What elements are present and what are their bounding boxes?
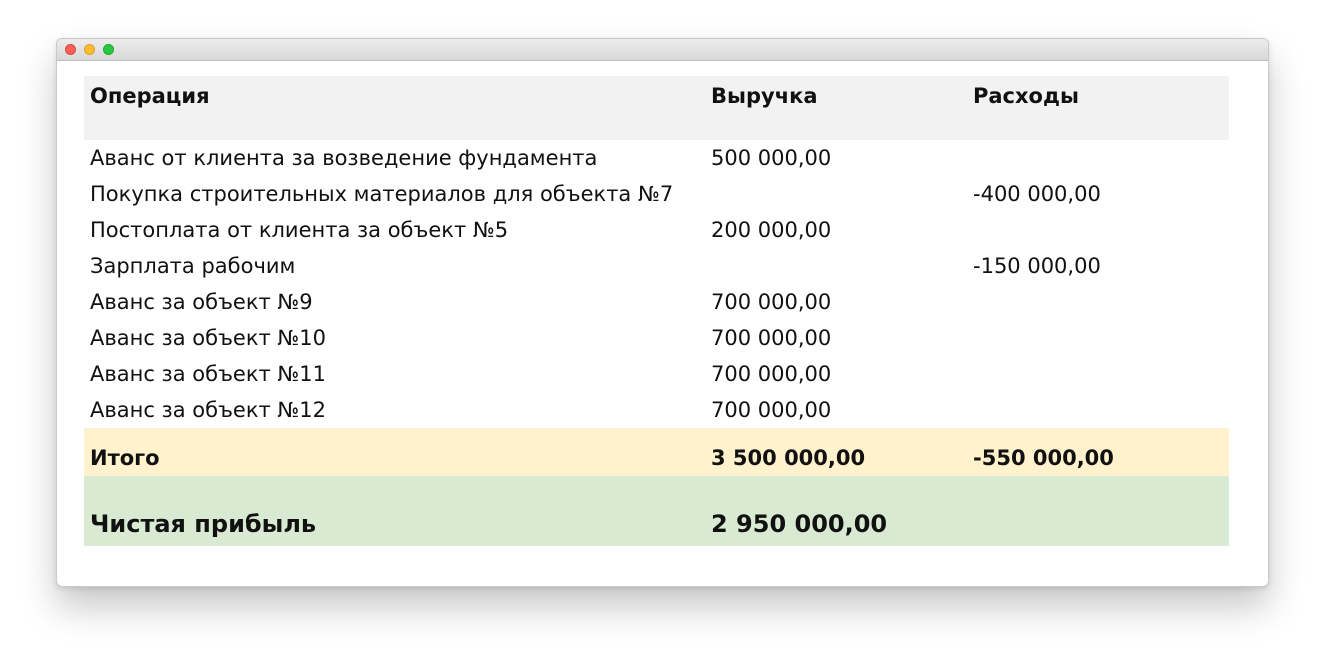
operation-cell: Зарплата рабочим [90,254,296,278]
table-row: Покупка строительных материалов для объе… [84,176,1229,212]
table-row: Постоплата от клиента за объект №5 200 0… [84,212,1229,248]
revenue-cell: 700 000,00 [711,326,832,350]
revenue-cell: 700 000,00 [711,398,832,422]
operation-cell: Аванс за объект №10 [90,326,326,350]
operation-cell: Аванс за объект №11 [90,362,326,386]
net-profit-value: 2 950 000,00 [711,510,888,538]
table-row: Аванс за объект №9 700 000,00 [84,284,1229,320]
title-bar [57,39,1268,61]
table-header: Операция Выручка Расходы [84,76,1229,140]
total-label: Итого [90,446,160,470]
operation-cell: Аванс за объект №9 [90,290,313,314]
table-row: Аванс от клиента за возведение фундамент… [84,140,1229,176]
header-revenue: Выручка [711,84,818,108]
close-button[interactable] [65,44,76,55]
total-row: Итого 3 500 000,00 -550 000,00 [84,428,1229,476]
operation-cell: Аванс за объект №12 [90,398,326,422]
expense-cell: -150 000,00 [973,254,1101,278]
header-operation: Операция [90,84,210,108]
table-row: Аванс за объект №10 700 000,00 [84,320,1229,356]
operation-cell: Постоплата от клиента за объект №5 [90,218,509,242]
revenue-cell: 200 000,00 [711,218,832,242]
table-row: Аванс за объект №11 700 000,00 [84,356,1229,392]
operation-cell: Аванс от клиента за возведение фундамент… [90,146,598,170]
total-expense: -550 000,00 [973,446,1114,470]
minimize-button[interactable] [84,44,95,55]
finance-table: Операция Выручка Расходы Аванс от клиент… [84,76,1229,546]
zoom-button[interactable] [103,44,114,55]
total-revenue: 3 500 000,00 [711,446,866,470]
app-window: Операция Выручка Расходы Аванс от клиент… [56,38,1269,587]
revenue-cell: 500 000,00 [711,146,832,170]
table-row: Аванс за объект №12 700 000,00 [84,392,1229,428]
net-profit-row: Чистая прибыль 2 950 000,00 [84,476,1229,546]
revenue-cell: 700 000,00 [711,362,832,386]
header-expense: Расходы [973,84,1079,108]
net-profit-label: Чистая прибыль [90,510,317,538]
operation-cell: Покупка строительных материалов для объе… [90,182,674,206]
revenue-cell: 700 000,00 [711,290,832,314]
expense-cell: -400 000,00 [973,182,1101,206]
table-row: Зарплата рабочим -150 000,00 [84,248,1229,284]
